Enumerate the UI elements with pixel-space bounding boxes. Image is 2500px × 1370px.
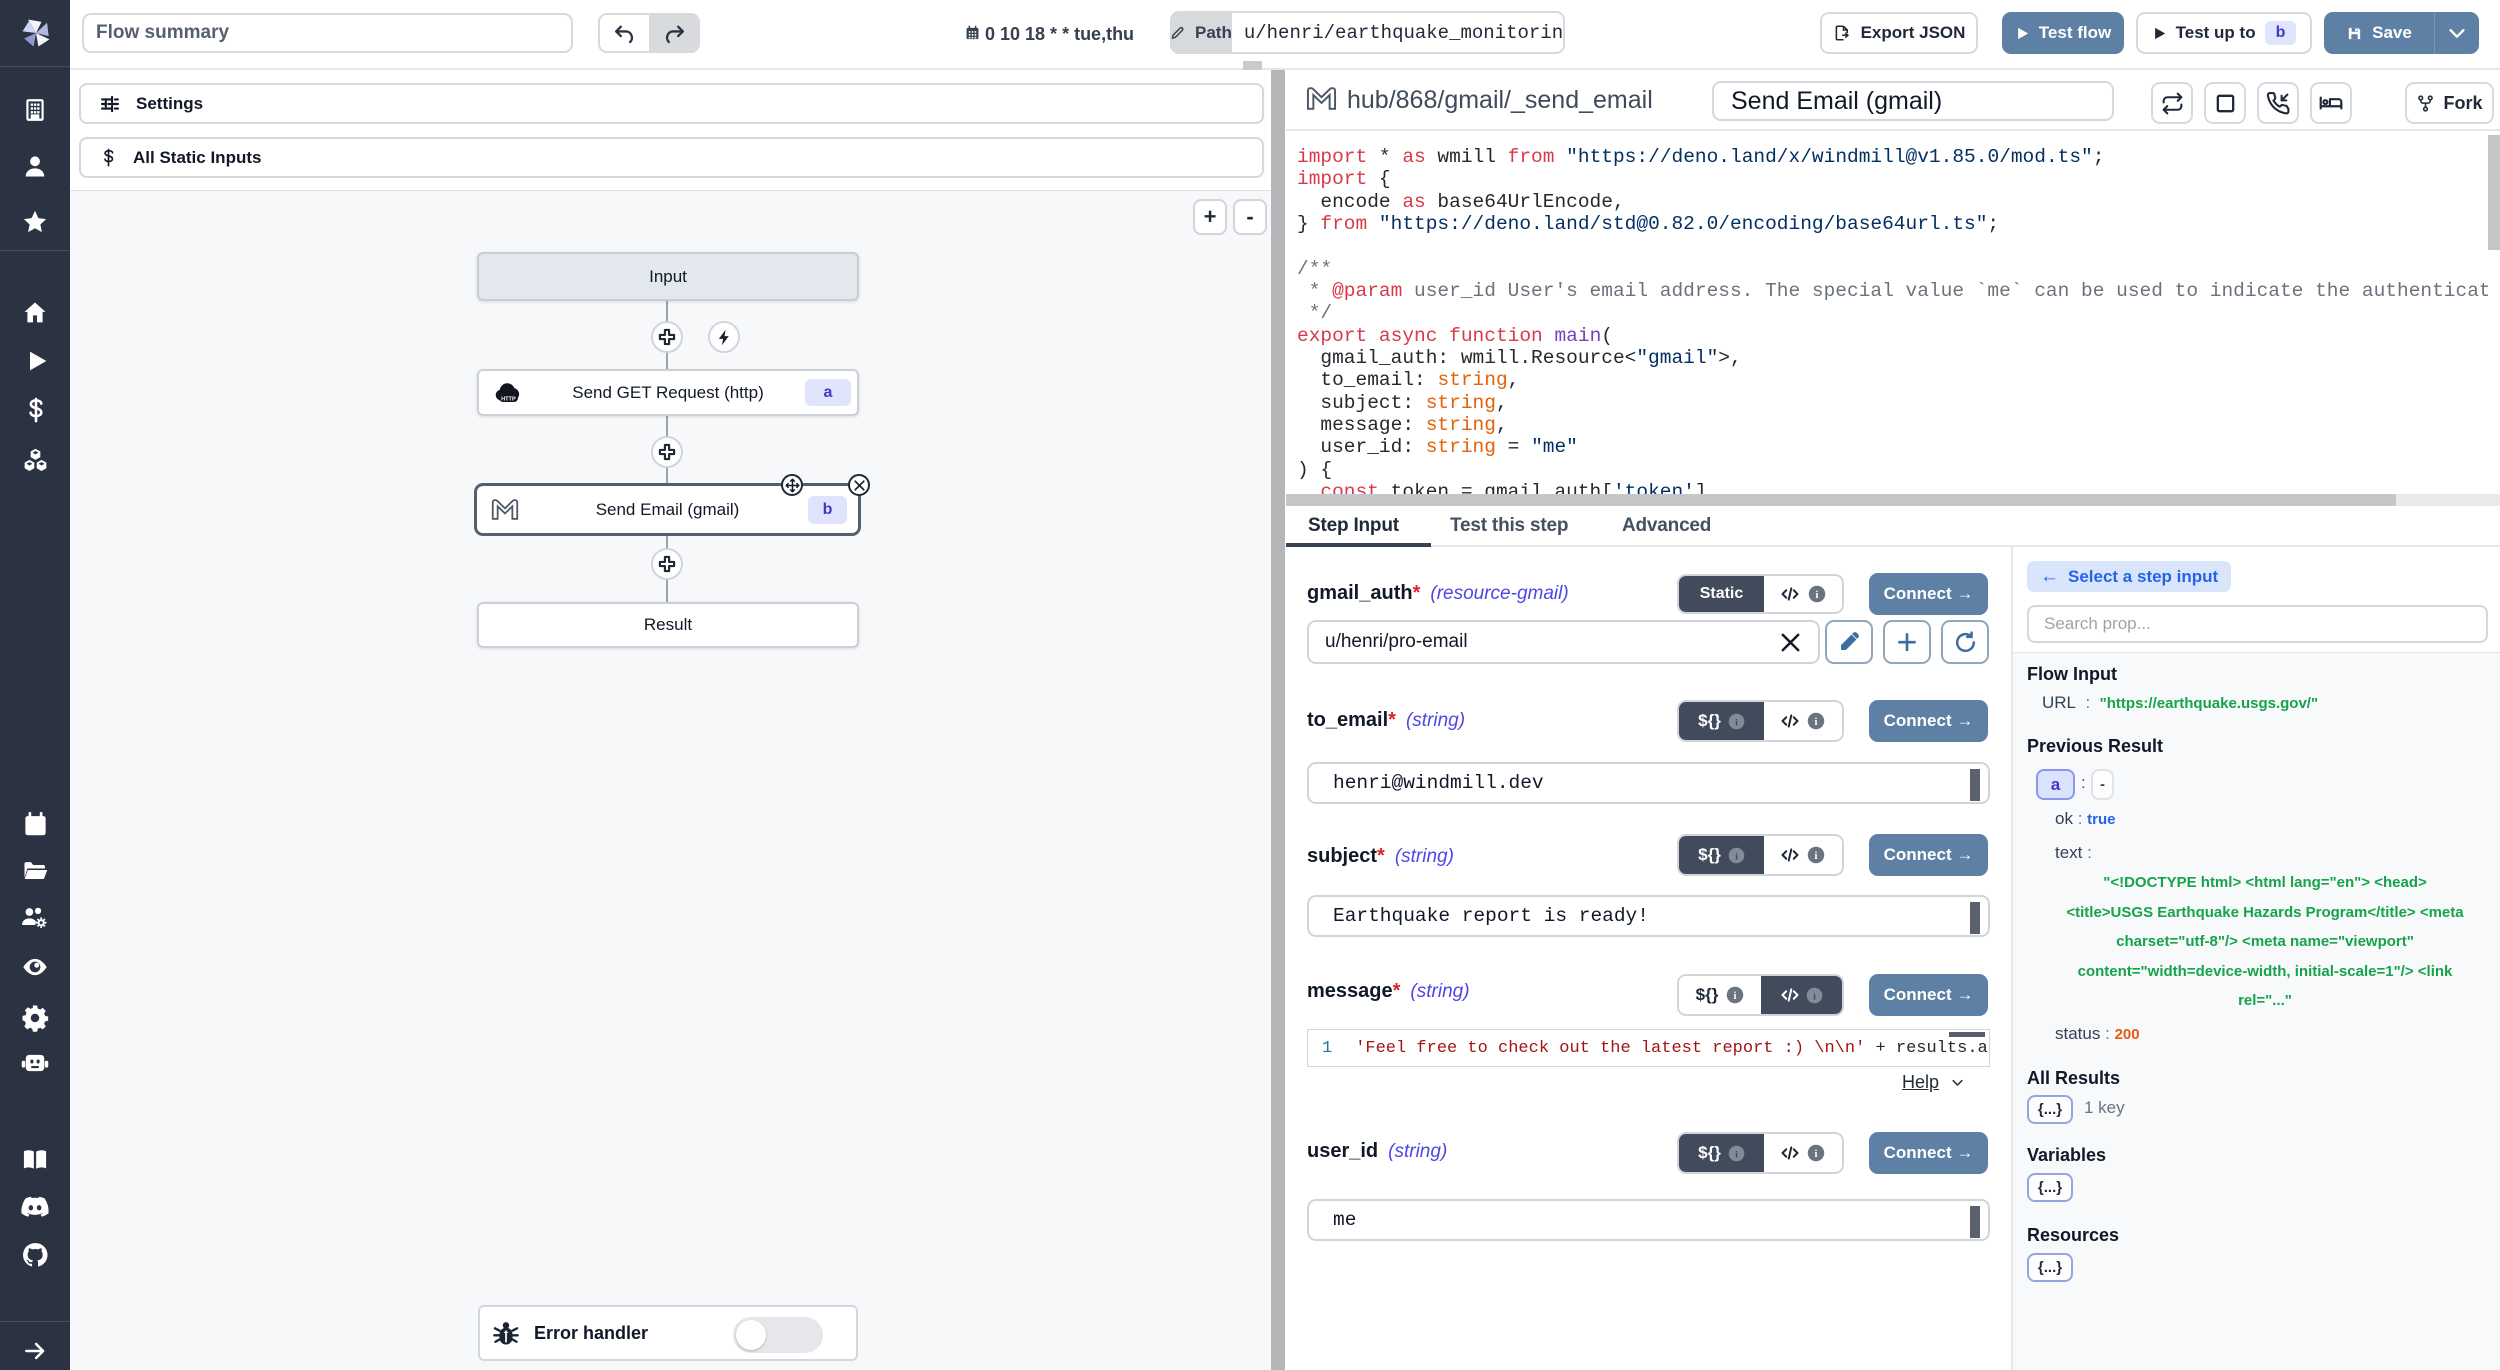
svg-text:i: i: [1735, 851, 1738, 862]
svg-text:i: i: [1735, 717, 1738, 728]
svg-text:i: i: [1735, 1149, 1738, 1160]
svg-text:i: i: [1815, 717, 1818, 728]
svg-text:i: i: [1734, 991, 1737, 1002]
svg-text:i: i: [1815, 1149, 1818, 1160]
svg-text:i: i: [1815, 851, 1818, 862]
svg-text:i: i: [1813, 991, 1816, 1002]
svg-text:i: i: [1815, 590, 1818, 601]
